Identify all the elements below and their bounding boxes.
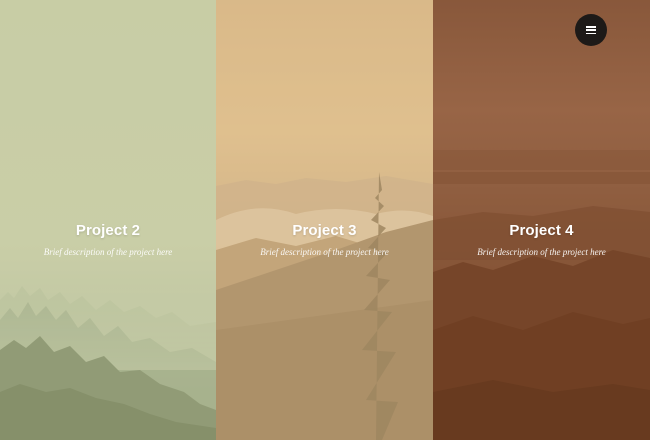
project-2-description: Brief description of the project here <box>43 247 173 257</box>
project-card-3[interactable]: Project 3 Brief description of the proje… <box>216 0 433 440</box>
project-2-caption: Project 2 Brief description of the proje… <box>0 221 216 258</box>
project-3-title: Project 3 <box>292 222 357 239</box>
project-panels: Project 2 Brief description of the proje… <box>0 0 650 440</box>
project-card-2[interactable]: Project 2 Brief description of the proje… <box>0 0 216 440</box>
project-4-description: Brief description of the project here <box>477 247 606 257</box>
menu-button[interactable] <box>575 14 607 46</box>
project-4-image <box>433 0 650 440</box>
project-3-description: Brief description of the project here <box>260 247 389 257</box>
project-2-image <box>0 0 216 440</box>
project-2-title: Project 2 <box>75 222 141 239</box>
project-4-caption: Project 4 Brief description of the proje… <box>433 221 650 258</box>
project-card-4[interactable]: Project 4 Brief description of the proje… <box>433 0 650 440</box>
project-gallery: Project 2 Brief description of the proje… <box>0 0 650 440</box>
project-3-image <box>216 0 433 440</box>
project-3-caption: Project 3 Brief description of the proje… <box>216 221 433 258</box>
project-4-title: Project 4 <box>509 222 574 239</box>
